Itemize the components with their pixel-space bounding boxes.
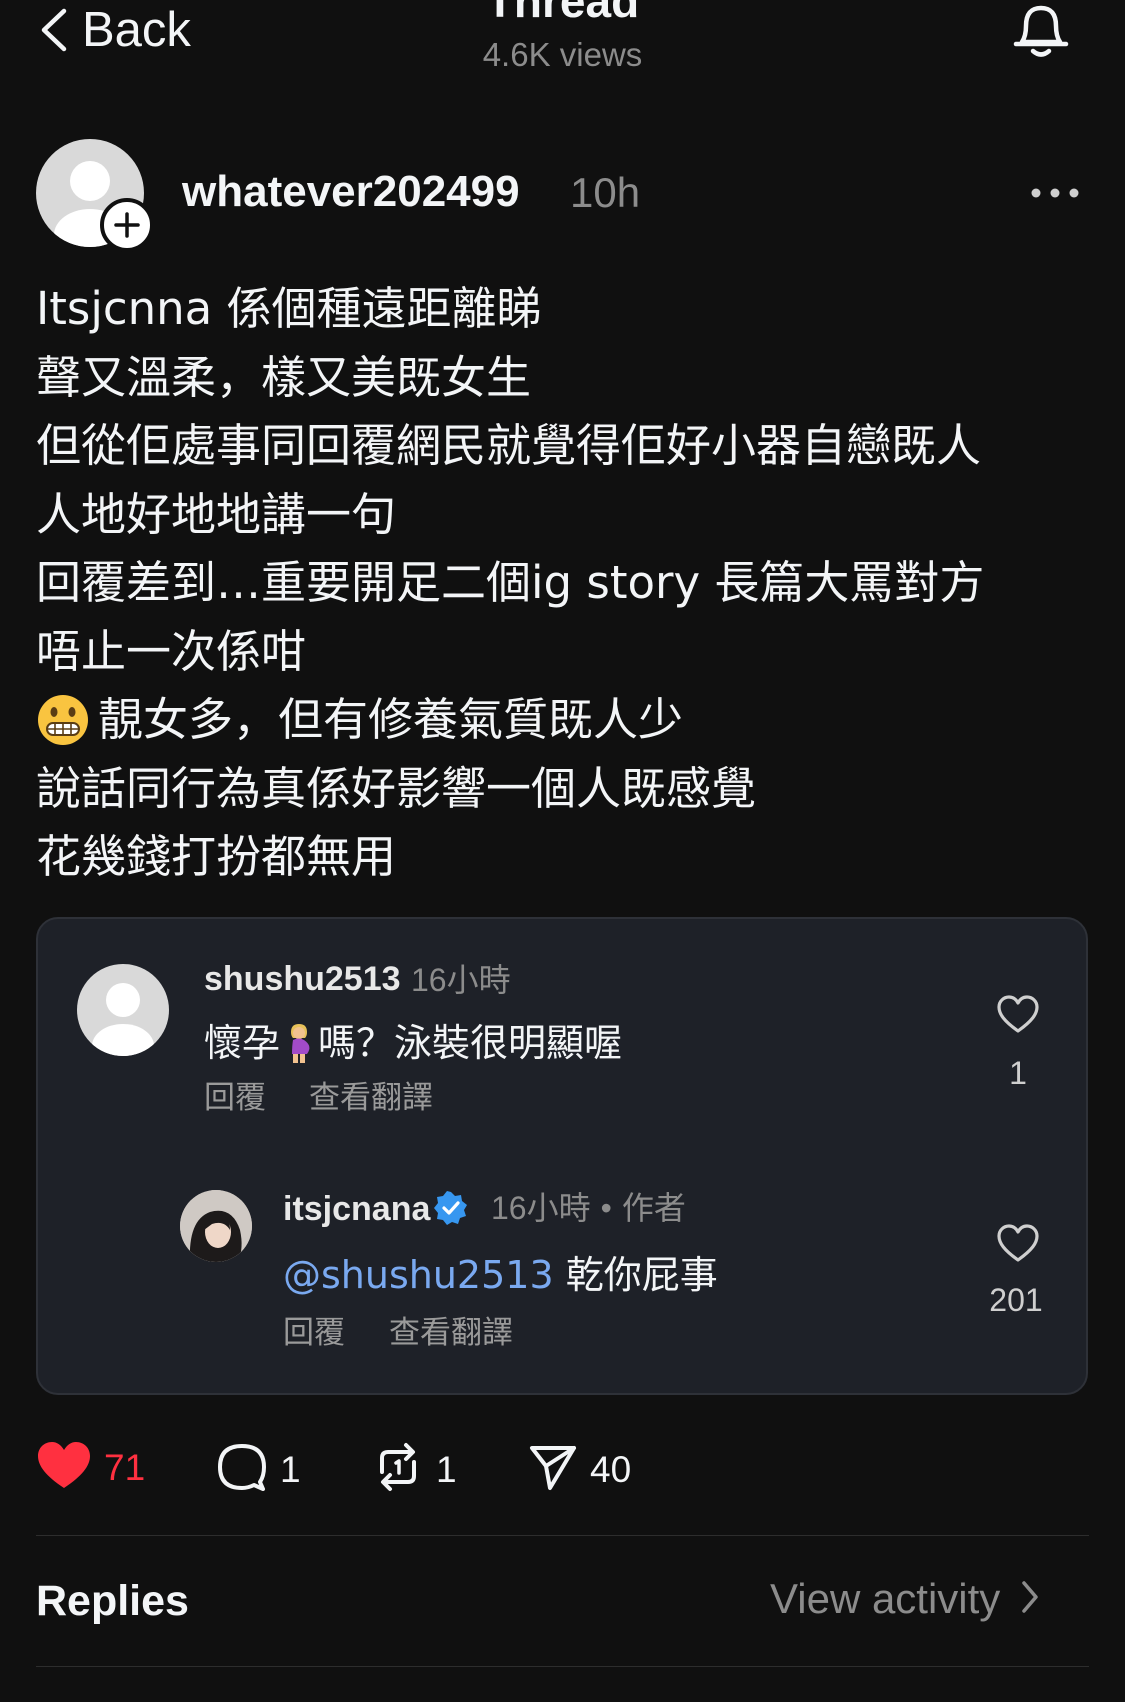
more-options-icon[interactable]: [1030, 178, 1080, 208]
comment-username[interactable]: shushu2513: [204, 962, 401, 996]
view-activity-label: View activity: [770, 1575, 1001, 1622]
like-button[interactable]: 71: [36, 1440, 145, 1495]
comment-bubble-icon: [216, 1442, 268, 1497]
grimacing-face-emoji-icon: [36, 693, 90, 747]
view-count: 4.6K views: [482, 36, 643, 73]
comment-timestamp: 16小時: [491, 1190, 591, 1226]
replies-heading: Replies: [36, 1577, 189, 1625]
comment-text-part: 乾你屁事: [553, 1253, 718, 1297]
post-line: 回覆差到…重要開足二個ig story 長篇大罵對方: [36, 556, 985, 609]
reply-button[interactable]: 回覆: [204, 1083, 266, 1114]
post-line: 說話同行為真係好影響一個人既感覺: [36, 761, 757, 815]
like-count: 1: [1009, 1055, 1027, 1091]
repost-count: 1: [436, 1449, 457, 1490]
plus-icon: [114, 212, 140, 238]
post-line: 唔止一次係咁: [36, 624, 307, 678]
heart-filled-icon: [36, 1440, 92, 1495]
heart-icon[interactable]: [996, 993, 1040, 1037]
comment-text-part: 嗎？泳裝很明顯喔: [318, 1021, 623, 1065]
divider: [36, 1535, 1089, 1536]
post-line: 花幾錢打扮都無用: [36, 830, 397, 883]
post-timestamp: 10h: [570, 169, 641, 216]
comment-text: 懷孕 嗎？泳裝很明顯喔: [204, 1022, 622, 1064]
see-translation-button[interactable]: 查看翻譯: [309, 1083, 433, 1114]
avatar[interactable]: [180, 1190, 252, 1262]
post-username[interactable]: whatever202499: [182, 170, 520, 214]
author-label: 作者: [621, 1190, 686, 1226]
share-button[interactable]: 40: [528, 1442, 631, 1497]
default-avatar-icon: [92, 983, 154, 1056]
share-count: 40: [590, 1449, 632, 1490]
post-line: 靚女多，但有修養氣質既人少: [98, 693, 684, 746]
reply-button[interactable]: 回覆: [283, 1318, 345, 1349]
post-line: 聲又溫柔，樣又美既女生: [36, 350, 532, 404]
embedded-comments-card[interactable]: [36, 917, 1088, 1395]
comment-text: @shushu2513 乾你屁事: [283, 1256, 718, 1294]
post-line: 人地好地地講一句: [36, 487, 397, 541]
see-translation-button[interactable]: 查看翻譯: [389, 1318, 513, 1349]
like-count: 201: [989, 1282, 1043, 1318]
like-count: 71: [104, 1447, 146, 1488]
divider: [36, 1666, 1089, 1667]
heart-icon[interactable]: [996, 1222, 1040, 1266]
post-line: Itsjcnna 係個種遠距離睇: [36, 282, 542, 335]
comment-text-part: 懷孕: [204, 1021, 281, 1065]
pregnant-woman-emoji-icon: [282, 1022, 316, 1064]
bell-icon[interactable]: [1008, 0, 1074, 62]
repost-icon: [372, 1442, 424, 1497]
post-line-with-emoji: 靚女多，但有修養氣質既人少: [36, 686, 1086, 755]
comment-count: 1: [280, 1449, 301, 1490]
chevron-right-icon: [1020, 1579, 1040, 1620]
follow-plus-button[interactable]: [100, 198, 154, 252]
send-icon: [528, 1442, 578, 1497]
comment-meta: 16小時 • 作者: [491, 1192, 686, 1224]
meta-separator: •: [600, 1190, 612, 1226]
comment-button[interactable]: 1: [216, 1442, 301, 1497]
comment-timestamp: 16小時: [411, 962, 511, 998]
page-title: Thread: [485, 0, 640, 27]
verified-badge-icon: [434, 1191, 468, 1225]
post-text: Itsjcnna 係個種遠距離睇 聲又溫柔，樣又美既女生 但從佢處事同回覆網民就…: [36, 275, 1086, 892]
post-line: 但從佢處事同回覆網民就覺得佢好小器自戀既人: [36, 419, 982, 472]
avatar[interactable]: [77, 964, 169, 1056]
repost-button[interactable]: 1: [372, 1442, 457, 1497]
mention-link[interactable]: @shushu2513: [283, 1253, 554, 1297]
profile-photo-icon: [180, 1190, 252, 1262]
view-activity-link[interactable]: View activity: [770, 1578, 1040, 1620]
comment-username[interactable]: itsjcnana: [283, 1192, 430, 1226]
